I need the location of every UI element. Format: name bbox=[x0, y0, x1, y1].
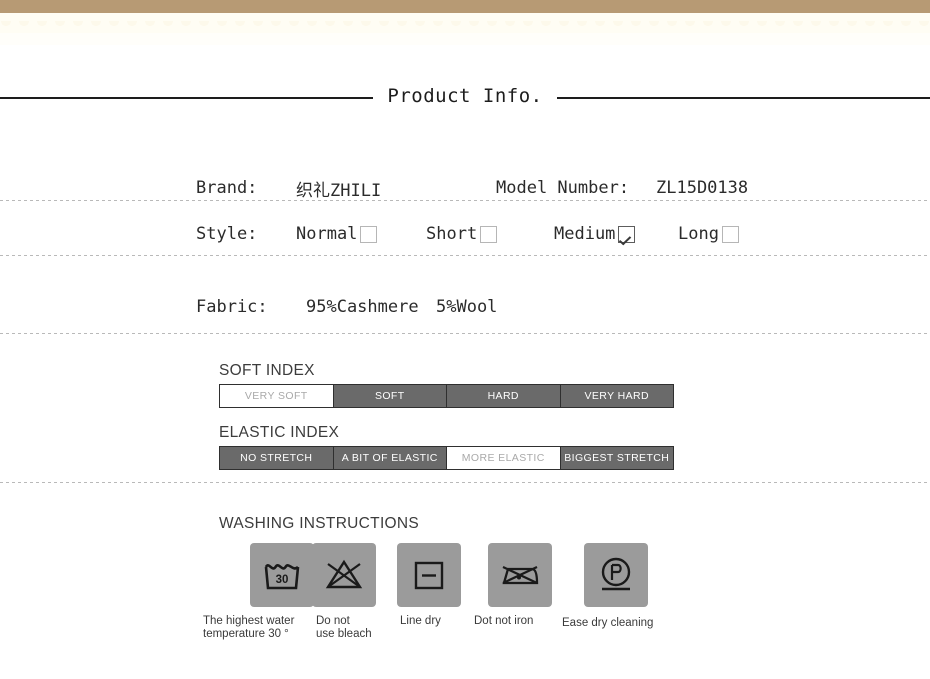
fabric-value-primary: 95%Cashmere bbox=[306, 297, 419, 317]
soft-index-cell-soft[interactable]: SOFT bbox=[333, 385, 447, 407]
care-symbol-list: 30 The highest water temperature 30 ° Do … bbox=[203, 543, 679, 640]
elastic-index-cell-no-stretch[interactable]: NO STRETCH bbox=[220, 447, 334, 469]
soft-index-block: SOFT INDEX VERY SOFT SOFT HARD VERY HARD bbox=[0, 362, 674, 408]
style-label: Style: bbox=[196, 224, 258, 244]
page-title-row: Product Info. bbox=[0, 85, 930, 109]
care-item-wash-temperature: 30 The highest water temperature 30 ° bbox=[203, 543, 314, 640]
scallop-texture bbox=[0, 21, 930, 31]
style-option-normal-checkbox[interactable] bbox=[360, 225, 378, 243]
washing-instructions-block: WASHING INSTRUCTIONS 30 The highest wate… bbox=[0, 515, 679, 640]
care-item-no-bleach: Do not use bleach bbox=[311, 543, 403, 640]
cream-band-tail bbox=[0, 33, 930, 45]
line-dry-icon bbox=[397, 543, 461, 607]
elastic-index-cell-a-bit-of-elastic[interactable]: A BIT OF ELASTIC bbox=[333, 447, 447, 469]
fabric-label: Fabric: bbox=[196, 297, 268, 317]
brand-value: 织礼ZHILI bbox=[296, 180, 382, 201]
divider-after-style bbox=[0, 255, 930, 256]
fabric-row: Fabric: 95%Cashmere 5%Wool bbox=[0, 272, 930, 342]
care-label-no-bleach: Do not use bleach bbox=[316, 615, 372, 640]
elastic-index-block: ELASTIC INDEX NO STRETCH A BIT OF ELASTI… bbox=[0, 424, 674, 470]
elastic-index-cell-more-elastic[interactable]: MORE ELASTIC bbox=[447, 447, 561, 469]
brand-label: Brand: bbox=[196, 178, 258, 198]
elastic-index-scale[interactable]: NO STRETCH A BIT OF ELASTIC MORE ELASTIC… bbox=[219, 446, 674, 470]
dry-clean-p-icon bbox=[584, 543, 648, 607]
soft-index-heading: SOFT INDEX bbox=[219, 362, 315, 379]
style-option-short[interactable]: Short bbox=[426, 224, 546, 244]
soft-index-scale[interactable]: VERY SOFT SOFT HARD VERY HARD bbox=[219, 384, 674, 408]
model-number-label: Model Number: bbox=[496, 178, 630, 198]
style-option-long-checkbox[interactable] bbox=[721, 225, 739, 243]
soft-index-cell-very-hard[interactable]: VERY HARD bbox=[560, 385, 673, 407]
care-label-wash-temperature: The highest water temperature 30 ° bbox=[203, 615, 295, 640]
style-row: Style: Normal Short Medium Long bbox=[0, 212, 930, 256]
style-option-short-checkbox[interactable] bbox=[480, 225, 498, 243]
washing-instructions-heading: WASHING INSTRUCTIONS bbox=[219, 515, 420, 532]
style-option-short-label: Short bbox=[426, 224, 478, 244]
style-option-normal-label: Normal bbox=[296, 224, 358, 244]
style-option-long[interactable]: Long bbox=[678, 224, 788, 244]
style-option-medium-label: Medium bbox=[554, 224, 616, 244]
title-rule-left bbox=[0, 97, 374, 99]
style-option-medium-checkbox[interactable] bbox=[618, 225, 636, 243]
soft-index-cell-very-soft[interactable]: VERY SOFT bbox=[220, 385, 334, 407]
wash-tub-30-icon: 30 bbox=[250, 543, 314, 607]
care-label-dry-cleaning: Ease dry cleaning bbox=[562, 617, 654, 629]
do-not-iron-icon bbox=[488, 543, 552, 607]
style-option-long-label: Long bbox=[678, 224, 719, 244]
style-option-medium[interactable]: Medium bbox=[554, 224, 670, 244]
top-accent-bar bbox=[0, 0, 930, 13]
elastic-index-cell-biggest-stretch[interactable]: BIGGEST STRETCH bbox=[560, 447, 673, 469]
model-number-value: ZL15D0138 bbox=[656, 178, 749, 198]
title-rule-right bbox=[556, 97, 930, 99]
elastic-index-heading: ELASTIC INDEX bbox=[219, 424, 340, 441]
fabric-value-secondary: 5%Wool bbox=[436, 297, 498, 317]
divider-after-fabric bbox=[0, 333, 930, 334]
wash-temperature-value: 30 bbox=[276, 574, 289, 586]
page-title: Product Info. bbox=[387, 85, 543, 107]
no-bleach-icon bbox=[312, 543, 376, 607]
soft-index-cell-hard[interactable]: HARD bbox=[447, 385, 561, 407]
brand-row: Brand: 织礼ZHILI Model Number: ZL15D0138 bbox=[0, 164, 930, 212]
divider-before-washing bbox=[0, 482, 930, 483]
style-option-normal[interactable]: Normal bbox=[296, 224, 418, 244]
cream-decorative-band bbox=[0, 13, 930, 33]
care-item-dry-cleaning: Ease dry cleaning bbox=[562, 543, 679, 640]
